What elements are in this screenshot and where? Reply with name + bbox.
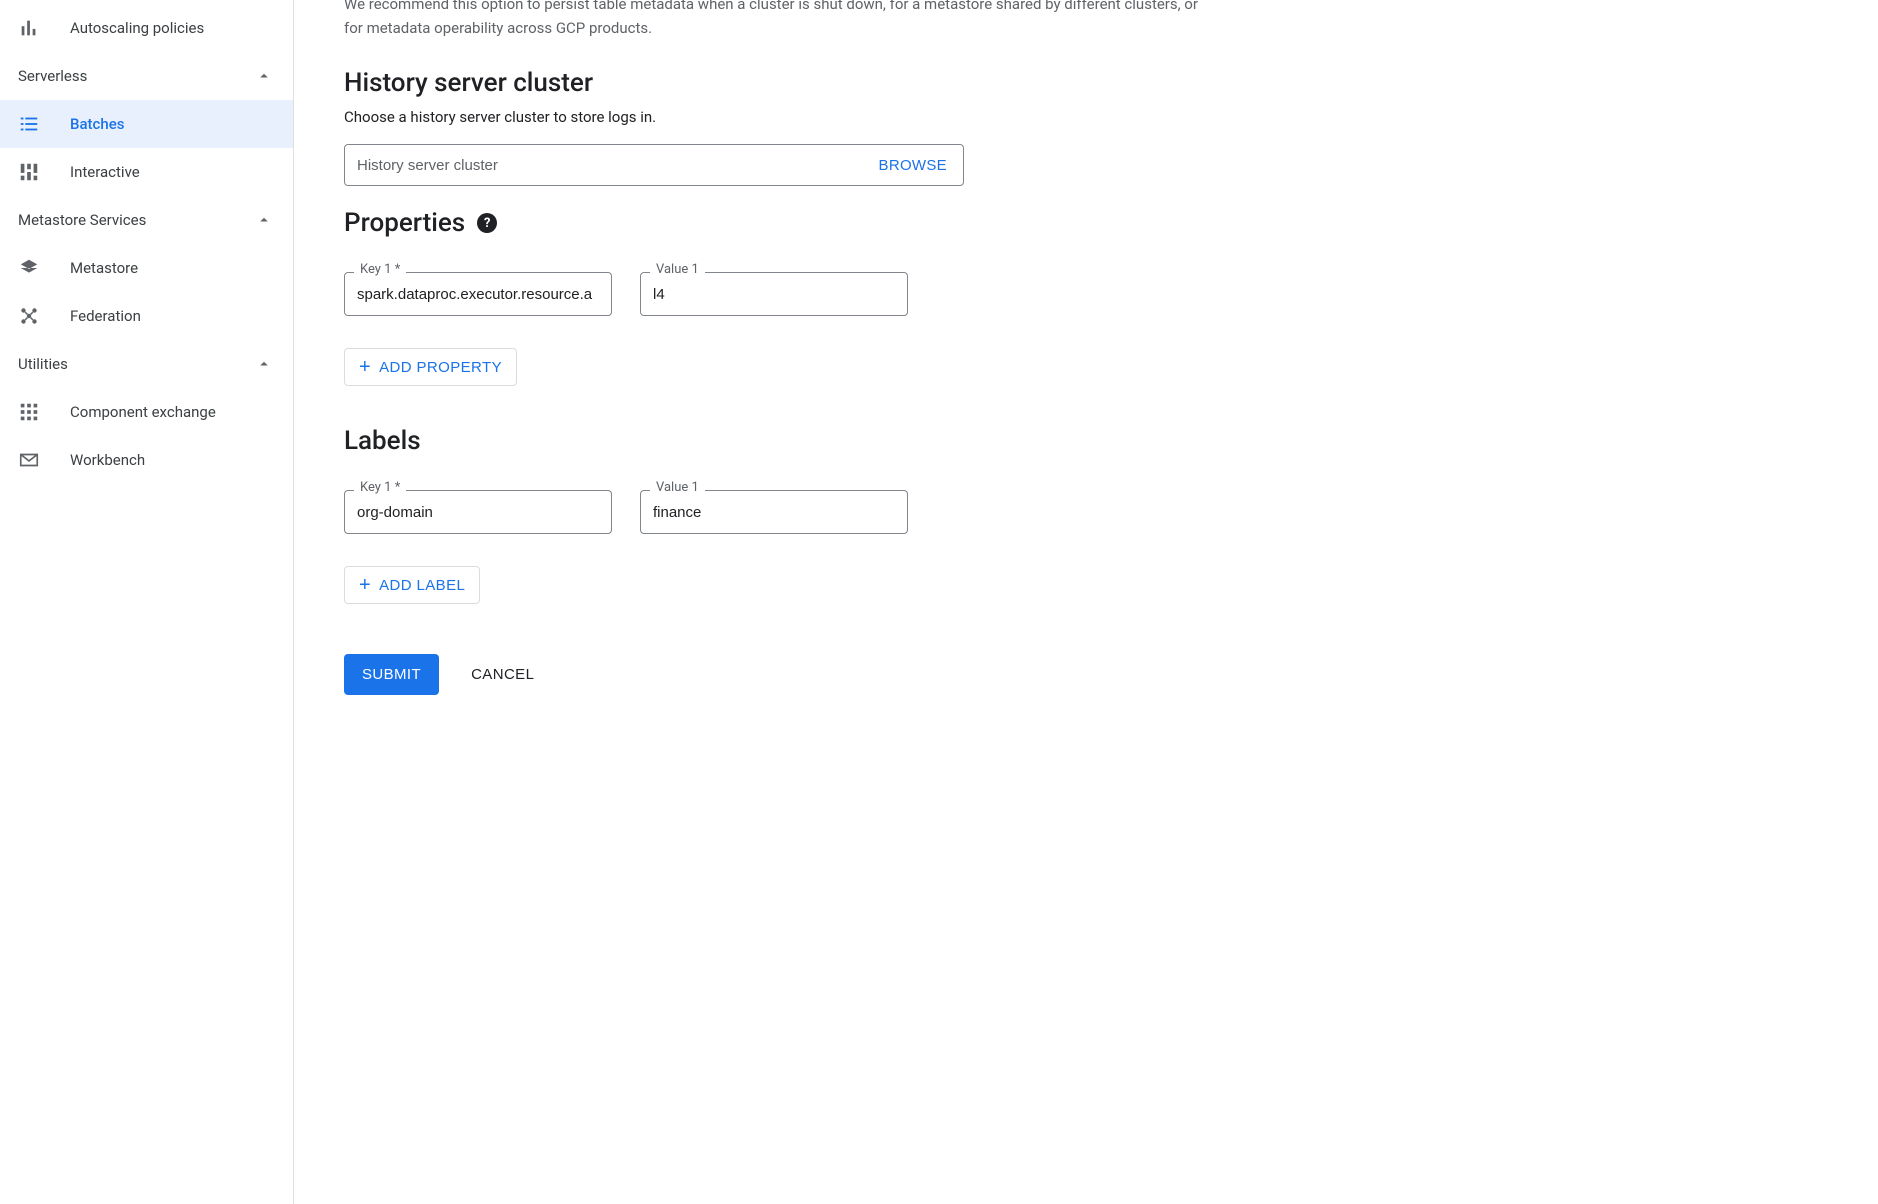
submit-button[interactable]: SUBMIT bbox=[344, 654, 439, 695]
sidebar-item-interactive[interactable]: Interactive bbox=[0, 148, 285, 196]
sidebar-item-autoscaling-policies[interactable]: Autoscaling policies bbox=[0, 4, 285, 52]
dashboard-icon bbox=[18, 161, 40, 183]
labels-title: Labels bbox=[344, 426, 1204, 456]
history-server-input[interactable] bbox=[345, 145, 863, 185]
label-key-input[interactable] bbox=[344, 490, 612, 534]
graph-icon bbox=[18, 305, 40, 327]
property-value-field: Value 1 bbox=[640, 272, 908, 316]
list-icon bbox=[18, 113, 40, 135]
chevron-up-icon bbox=[255, 211, 273, 229]
plus-icon: + bbox=[359, 575, 371, 595]
label-row-1: Key 1 * Value 1 bbox=[344, 490, 1204, 534]
sidebar-item-label: Federation bbox=[70, 307, 141, 325]
cancel-button[interactable]: CANCEL bbox=[465, 654, 540, 695]
sidebar-item-label: Batches bbox=[70, 115, 124, 133]
label-value-label: Value 1 bbox=[650, 480, 705, 495]
sidebar-item-label: Component exchange bbox=[70, 403, 216, 421]
sidebar-nav: Autoscaling policies Serverless Batches … bbox=[0, 0, 294, 1204]
properties-title: Properties ? bbox=[344, 208, 1204, 238]
apps-icon bbox=[18, 401, 40, 423]
sidebar-group-serverless[interactable]: Serverless bbox=[0, 52, 285, 100]
add-property-button[interactable]: + ADD PROPERTY bbox=[344, 348, 517, 386]
property-value-input[interactable] bbox=[640, 272, 908, 316]
label-value-input[interactable] bbox=[640, 490, 908, 534]
history-server-field: BROWSE bbox=[344, 144, 964, 186]
sidebar-item-label: Interactive bbox=[70, 163, 140, 181]
sidebar-item-label: Autoscaling policies bbox=[70, 19, 204, 37]
metastore-description: We recommend this option to persist tabl… bbox=[344, 0, 1204, 40]
sidebar-item-label: Metastore bbox=[70, 259, 138, 277]
history-server-title: History server cluster bbox=[344, 68, 1204, 98]
chevron-up-icon bbox=[255, 67, 273, 85]
sidebar-group-metastore-services[interactable]: Metastore Services bbox=[0, 196, 285, 244]
property-key-field: Key 1 * bbox=[344, 272, 612, 316]
help-icon[interactable]: ? bbox=[477, 213, 497, 233]
sidebar-item-metastore[interactable]: Metastore bbox=[0, 244, 285, 292]
history-server-description: Choose a history server cluster to store… bbox=[344, 108, 1204, 126]
main-content: We recommend this option to persist tabl… bbox=[294, 0, 1878, 1204]
property-value-label: Value 1 bbox=[650, 262, 705, 277]
chevron-up-icon bbox=[255, 355, 273, 373]
footer-actions: SUBMIT CANCEL bbox=[344, 654, 1204, 695]
bar-chart-icon bbox=[18, 17, 40, 39]
sidebar-item-label: Workbench bbox=[70, 451, 145, 469]
sidebar-item-workbench[interactable]: Workbench bbox=[0, 436, 285, 484]
label-key-field: Key 1 * bbox=[344, 490, 612, 534]
browse-button[interactable]: BROWSE bbox=[863, 145, 963, 185]
property-key-label: Key 1 * bbox=[354, 262, 406, 277]
property-key-input[interactable] bbox=[344, 272, 612, 316]
sidebar-item-federation[interactable]: Federation bbox=[0, 292, 285, 340]
sidebar-item-batches[interactable]: Batches bbox=[0, 100, 293, 148]
sidebar-item-component-exchange[interactable]: Component exchange bbox=[0, 388, 285, 436]
label-value-field: Value 1 bbox=[640, 490, 908, 534]
sidebar-group-utilities[interactable]: Utilities bbox=[0, 340, 285, 388]
plus-icon: + bbox=[359, 357, 371, 377]
add-label-button[interactable]: + ADD LABEL bbox=[344, 566, 480, 604]
property-row-1: Key 1 * Value 1 bbox=[344, 272, 1204, 316]
label-key-label: Key 1 * bbox=[354, 480, 406, 495]
layers-icon bbox=[18, 257, 40, 279]
envelope-icon bbox=[18, 449, 40, 471]
